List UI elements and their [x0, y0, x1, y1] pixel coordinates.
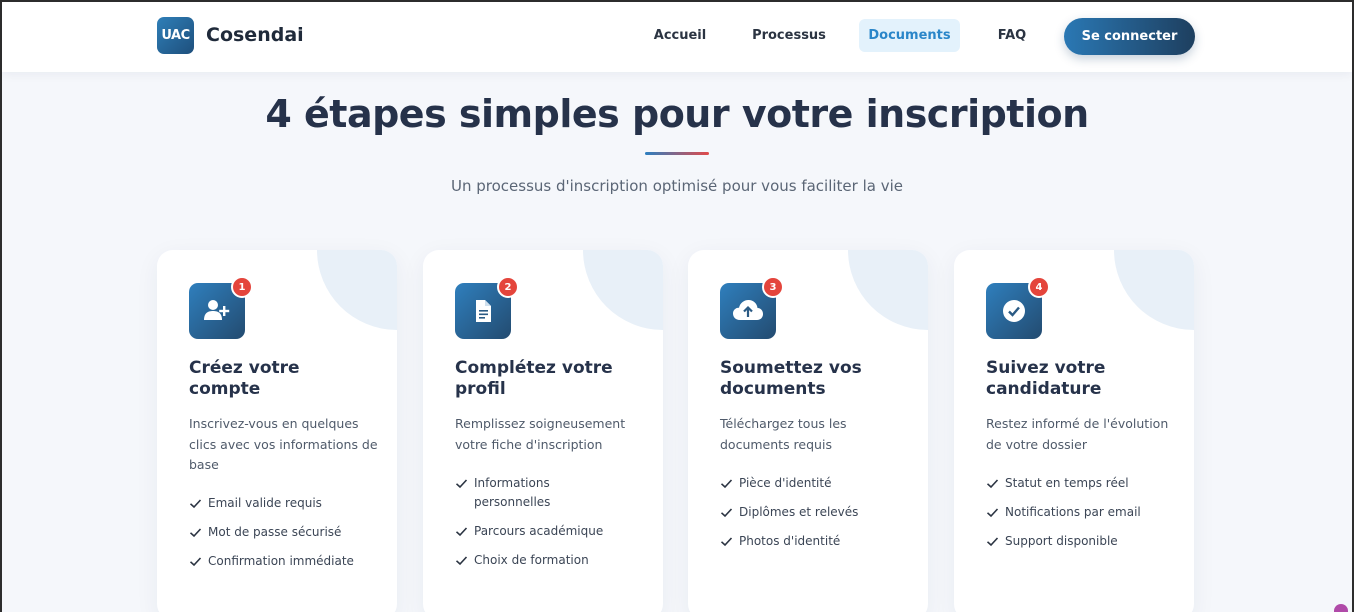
- checklist-item-label: Support disponible: [1005, 534, 1118, 548]
- page-title: 4 étapes simples pour votre inscription: [265, 92, 1089, 136]
- check-icon: [455, 556, 468, 566]
- step-title-line1: Suivez votre: [986, 358, 1106, 378]
- checklist-item: Photos d'identité: [720, 532, 915, 551]
- checklist-item-label: Statut en temps réel: [1005, 476, 1129, 490]
- step-number-badge: 4: [1028, 276, 1050, 298]
- step-description: Remplissez soigneusement votre fiche d'i…: [455, 416, 626, 452]
- checklist-item: Email valide requis: [189, 494, 384, 513]
- checklist-item-label: Diplômes et relevés: [739, 505, 859, 519]
- check-icon: [189, 557, 202, 567]
- checklist-item: Diplômes et relevés: [720, 503, 915, 522]
- login-button[interactable]: Se connecter: [1064, 18, 1195, 55]
- step-title: Soumettez vos documents: [720, 358, 910, 400]
- step-title-line1: Complétez votre: [455, 358, 613, 378]
- step-number-badge: 2: [497, 276, 519, 298]
- card-decoration: [848, 250, 928, 330]
- check-icon: [720, 479, 733, 489]
- step-title: Suivez votre candidature: [986, 358, 1176, 400]
- step-checklist: Pièce d'identité Diplômes et relevés Pho…: [720, 474, 915, 561]
- checklist-item: Support disponible: [986, 532, 1181, 551]
- check-icon: [986, 508, 999, 518]
- card-decoration: [317, 250, 397, 330]
- page-subtitle: Un processus d'inscription optimisé pour…: [450, 177, 903, 195]
- checklist-item: Parcours académique: [455, 522, 650, 541]
- step-title-line1: Créez votre: [189, 358, 300, 378]
- check-icon: [189, 528, 202, 538]
- checklist-item: Notifications par email: [986, 503, 1181, 522]
- step-title: Créez votre compte: [189, 358, 379, 400]
- checklist-item: Statut en temps réel: [986, 474, 1181, 493]
- step-title-line2: profil: [455, 379, 506, 399]
- nav-documents[interactable]: Documents: [859, 19, 960, 52]
- step-number-badge: 3: [762, 276, 784, 298]
- step-card-1: 1 Créez votre compte Inscrivez-vous en q…: [157, 250, 397, 612]
- checklist-item: Confirmation immédiate: [189, 552, 384, 571]
- checklist-item: Mot de passe sécurisé: [189, 523, 384, 542]
- checklist-item-label: Parcours académique: [474, 524, 604, 538]
- checklist-item: Pièce d'identité: [720, 474, 915, 493]
- step-description: Téléchargez tous les documents requis: [720, 416, 847, 452]
- logo[interactable]: UAC: [157, 17, 194, 54]
- step-card-2: 2 Complétez votre profil Remplissez soig…: [423, 250, 663, 612]
- check-icon: [720, 537, 733, 547]
- step-checklist: Informations personnelles Parcours acadé…: [455, 474, 650, 580]
- checklist-item-label: Informations personnelles: [474, 476, 551, 509]
- step-description: Inscrivez-vous en quelques clics avec vo…: [189, 416, 378, 472]
- step-checklist: Email valide requis Mot de passe sécuris…: [189, 494, 384, 581]
- checklist-item-label: Pièce d'identité: [739, 476, 832, 490]
- step-title-line1: Soumettez vos: [720, 358, 862, 378]
- step-title-line2: documents: [720, 379, 826, 399]
- checklist-item-label: Choix de formation: [474, 553, 589, 567]
- checklist-item-label: Photos d'identité: [739, 534, 841, 548]
- nav-processus[interactable]: Processus: [744, 19, 834, 52]
- nav-faq[interactable]: FAQ: [990, 19, 1034, 52]
- step-card-4: 4 Suivez votre candidature Restez inform…: [954, 250, 1194, 612]
- step-number-badge: 1: [231, 276, 253, 298]
- step-title-line2: compte: [189, 379, 261, 399]
- card-decoration: [1114, 250, 1194, 330]
- step-description: Restez informé de l'évolution de votre d…: [986, 416, 1169, 452]
- step-title-line2: candidature: [986, 379, 1102, 399]
- checklist-item-label: Mot de passe sécurisé: [208, 525, 342, 539]
- check-icon: [455, 479, 468, 489]
- step-title: Complétez votre profil: [455, 358, 645, 400]
- navbar: UAC Cosendai Accueil Processus Documents…: [2, 2, 1352, 72]
- checklist-item: Informations personnelles: [455, 474, 650, 512]
- brand-name[interactable]: Cosendai: [206, 24, 304, 46]
- check-icon: [720, 508, 733, 518]
- title-underline: [645, 152, 709, 155]
- check-icon: [189, 499, 202, 509]
- checklist-item-label: Confirmation immédiate: [208, 554, 354, 568]
- chat-widget-icon[interactable]: [1334, 604, 1348, 612]
- card-decoration: [583, 250, 663, 330]
- nav-accueil[interactable]: Accueil: [642, 19, 718, 52]
- step-checklist: Statut en temps réel Notifications par e…: [986, 474, 1181, 561]
- checklist-item: Choix de formation: [455, 551, 650, 570]
- checklist-item-label: Notifications par email: [1005, 505, 1141, 519]
- step-card-3: 3 Soumettez vos documents Téléchargez to…: [688, 250, 928, 612]
- check-icon: [455, 527, 468, 537]
- check-icon: [986, 479, 999, 489]
- checklist-item-label: Email valide requis: [208, 496, 322, 510]
- check-icon: [986, 537, 999, 547]
